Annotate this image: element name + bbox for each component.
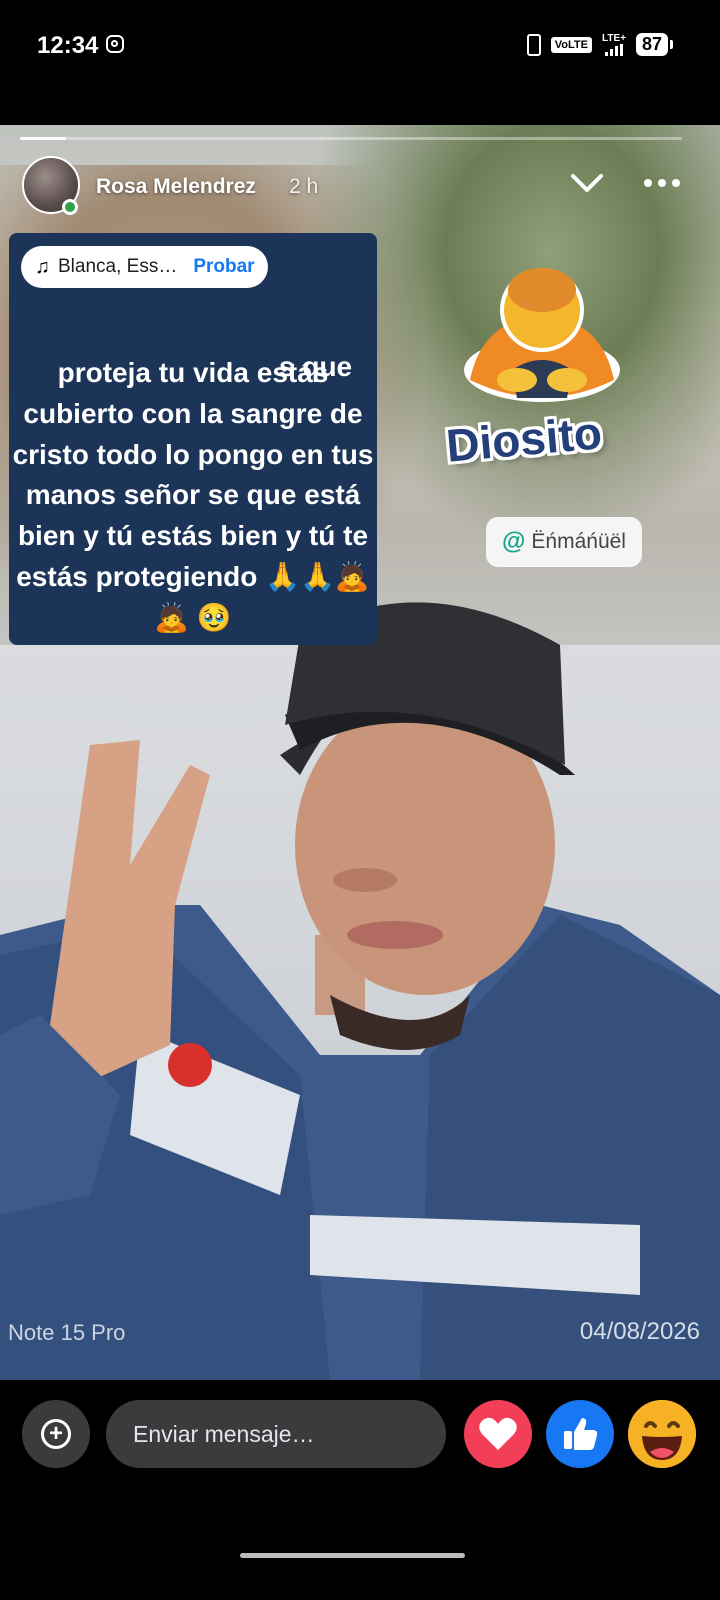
date-watermark: 04/08/2026 [579, 1318, 700, 1345]
story-text: proteja tu vida estás cubierto con la sa… [12, 357, 374, 633]
story-photo [0, 602, 720, 1380]
lte-label: LTE+ [601, 32, 626, 44]
reply-bar: + Enviar mensaje… [0, 1380, 720, 1600]
story-progress [20, 137, 682, 140]
status-time: 12:34 [37, 32, 99, 59]
story-text-box: s que proteja tu vida estás cubierto con… [9, 233, 377, 645]
chevron-down-icon[interactable] [570, 170, 604, 196]
volte-badge: VoLTE [550, 36, 592, 53]
instagram-icon [106, 35, 124, 53]
haha-reaction-button[interactable] [628, 1400, 696, 1468]
mention-sticker[interactable]: @ Ëńmáńüël [486, 517, 642, 567]
bowing-person-sticker [464, 268, 620, 402]
haha-icon [628, 1400, 696, 1468]
add-button[interactable]: + [22, 1400, 90, 1468]
battery-icon: 87 [635, 33, 674, 56]
vibrate-icon [526, 33, 541, 56]
mention-icon: @ [502, 528, 526, 555]
like-reaction-button[interactable] [546, 1400, 614, 1468]
device-watermark: Note 15 Pro [8, 1320, 126, 1345]
signal-icon: LTE+ [601, 32, 626, 56]
story-progress-fill [20, 137, 67, 140]
author-name[interactable]: Rosa Melendrez [96, 175, 256, 199]
mention-name: Ëńmáńüël [531, 530, 626, 553]
more-icon[interactable] [644, 179, 684, 189]
online-indicator [62, 199, 78, 215]
try-music-button[interactable]: Probar [193, 256, 254, 278]
add-icon: + [41, 1419, 71, 1449]
message-input[interactable]: Enviar mensaje… [106, 1400, 446, 1468]
story-viewer[interactable]: Rosa Melendrez 2 h s que proteja tu vida… [0, 125, 720, 1380]
music-note-icon: ♫ [35, 255, 50, 278]
music-title: Blanca, Ess… [58, 256, 178, 277]
home-indicator[interactable] [240, 1553, 465, 1558]
like-icon [564, 1418, 598, 1450]
music-sticker[interactable]: ♫ Blanca, Ess… Probar [21, 246, 268, 288]
love-reaction-button[interactable] [464, 1400, 532, 1468]
status-icons: VoLTE LTE+ 87 [526, 32, 674, 56]
status-bar: 12:34 VoLTE LTE+ 87 [0, 0, 720, 90]
love-icon [479, 1417, 517, 1450]
post-time: 2 h [289, 175, 319, 198]
